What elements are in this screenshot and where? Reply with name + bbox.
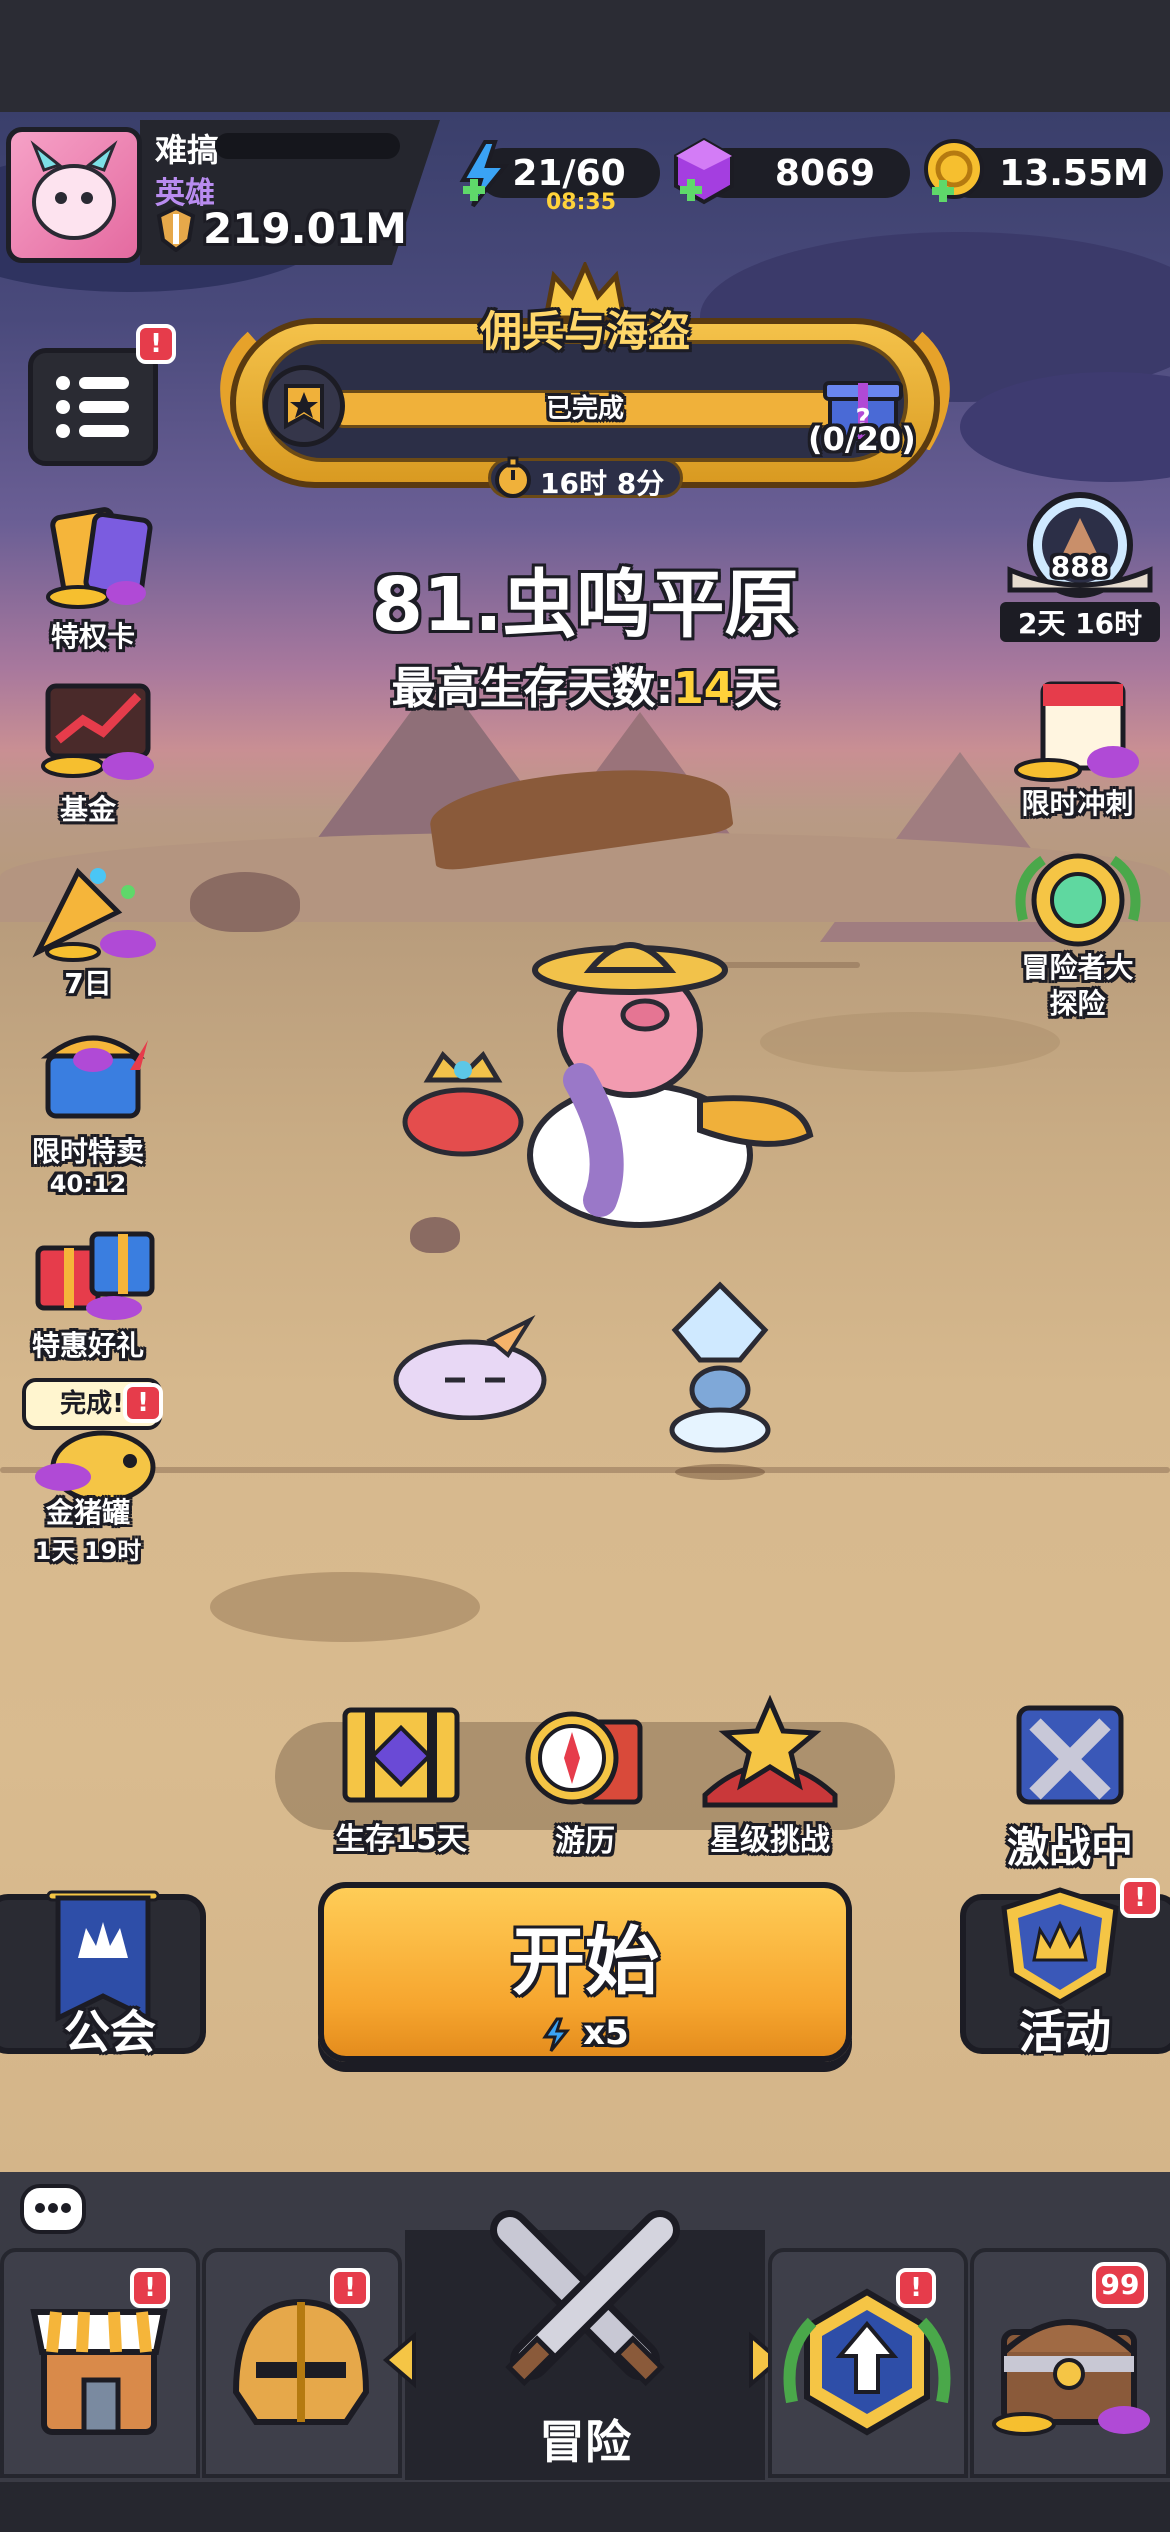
privilege-card-button[interactable]: 特权卡	[8, 505, 178, 655]
nav-shop-tab[interactable]	[0, 2248, 200, 2478]
arena-timer: 2天 16时	[1000, 602, 1160, 642]
special-gift-label: 特惠好礼	[31, 1329, 144, 1362]
menu-button[interactable]	[28, 348, 158, 466]
mercenary-badge-icon	[263, 365, 345, 447]
arena-count: 888	[1050, 550, 1110, 583]
travel-button[interactable]: 游历	[500, 1702, 670, 1860]
list-menu-icon	[56, 376, 129, 438]
alert-badge: !	[136, 324, 176, 364]
chest-count-badge: 99	[1092, 2262, 1148, 2308]
nav-adventure-label: 冒险	[539, 2415, 631, 2469]
adventurer-explore-button[interactable]: 冒险者大 探险	[990, 850, 1165, 1022]
alert-badge: !	[130, 2268, 170, 2308]
star-trophy-icon	[702, 1694, 838, 1808]
nav-equipment-tab[interactable]	[202, 2248, 402, 2478]
rock	[190, 872, 300, 932]
home-indicator-area	[0, 2482, 1170, 2532]
sword-shield-icon	[155, 205, 197, 253]
compass-icon	[525, 1711, 643, 1805]
arena-emblem-icon	[1007, 492, 1153, 598]
event-title: 佣兵与海盗	[479, 307, 690, 356]
gem-icon	[672, 137, 736, 208]
special-gift-button[interactable]: 特惠好礼	[8, 1212, 178, 1364]
crown-shield-icon	[990, 1886, 1130, 2006]
energy-timer: 08:35	[546, 190, 617, 215]
event-status: 已完成	[545, 394, 624, 424]
survive-button[interactable]: 生存15天	[316, 1700, 486, 1858]
start-cost: x5	[324, 2013, 846, 2053]
gems-value: 8069	[774, 152, 876, 194]
golden-piggy-timer: 1天 19时	[34, 1537, 142, 1565]
gift-boxes-icon	[35, 1231, 155, 1320]
lightning-icon	[455, 140, 515, 210]
event-progress-bar: 已完成	[335, 390, 835, 428]
name-bar	[215, 133, 400, 159]
fund-chart-icon	[41, 683, 154, 780]
event-timer: 16时 8分	[540, 467, 665, 500]
flash-sale-icon	[40, 1035, 148, 1119]
gold-coin-icon	[922, 137, 988, 209]
alert-badge: !	[330, 2268, 370, 2308]
player-avatar[interactable]	[6, 127, 142, 263]
fund-button[interactable]: 基金	[8, 670, 178, 828]
energy-value: 21/60	[512, 152, 626, 194]
alert-badge: !	[1120, 1878, 1160, 1918]
seven-day-button[interactable]: 7日	[8, 852, 178, 1002]
event-progress-count: (0/20)	[808, 420, 916, 458]
dragon-avatar-icon	[30, 140, 118, 240]
gold-value: 13.55M	[999, 152, 1149, 194]
unicorn-slime-hero[interactable]	[390, 1310, 550, 1421]
arena-button[interactable]: 888 2天 16时	[1000, 490, 1160, 642]
start-button[interactable]: 开始 x5	[318, 1882, 852, 2062]
nav-upgrade-tab[interactable]	[768, 2248, 968, 2478]
player-name: 难搞	[155, 131, 220, 169]
seven-day-label: 7日	[64, 967, 112, 1000]
chat-icon[interactable]	[20, 2184, 86, 2234]
start-label: 开始	[511, 1919, 659, 2005]
fund-label: 基金	[59, 793, 116, 826]
status-bar	[0, 0, 1170, 112]
flash-sale-timer: 40:12	[49, 1170, 127, 1198]
travel-label: 游历	[555, 1824, 615, 1859]
lightning-icon	[542, 2017, 571, 2052]
activity-label: 活动	[1019, 2005, 1111, 2059]
golden-piggy-button[interactable]: 金猪罐 1天 19时	[8, 1425, 178, 1566]
star-challenge-button[interactable]: 星级挑战	[685, 1694, 855, 1859]
battle-label: 激战中	[1006, 1823, 1133, 1872]
battle-in-progress-button[interactable]: 激战中	[990, 1700, 1150, 1875]
limited-sprint-label: 限时冲刺	[1021, 787, 1134, 820]
crown-slime-hero[interactable]	[398, 1040, 528, 1160]
limited-sprint-button[interactable]: 限时冲刺	[990, 670, 1165, 822]
stopwatch-icon	[492, 456, 534, 500]
flash-sale-label: 限时特卖	[31, 1135, 144, 1168]
chevron-left-icon[interactable]	[380, 2330, 420, 2390]
adventurer-explore-label: 冒险者大 探险	[1021, 951, 1134, 1020]
crossed-swords-icon	[1016, 1705, 1124, 1805]
star-challenge-label: 星级挑战	[710, 1823, 830, 1858]
alert-badge: !	[896, 2268, 936, 2308]
best-label: 最高生存天数:	[391, 663, 674, 714]
ground-shadow	[210, 1572, 480, 1642]
survive-label: 生存15天	[335, 1822, 467, 1857]
privilege-card-label: 特权卡	[50, 620, 135, 653]
crossed-swords-icon	[480, 2210, 690, 2400]
start-cost-value: x5	[583, 2013, 629, 2053]
pelican-hero[interactable]	[480, 920, 840, 1240]
best-value: 14	[673, 663, 735, 714]
ice-crystal-hero[interactable]	[655, 1280, 785, 1480]
best-unit: 天	[734, 663, 779, 714]
flash-sale-button[interactable]: 限时特卖 40:12	[8, 1020, 178, 1198]
calendar-icon	[1013, 681, 1139, 782]
rock	[410, 1217, 460, 1253]
compass-wreath-icon	[1015, 853, 1140, 947]
guild-label: 公会	[64, 2005, 156, 2059]
alert-badge: !	[123, 1383, 163, 1423]
gate-icon	[342, 1707, 460, 1803]
party-popper-icon	[32, 867, 156, 962]
player-power: 219.01M	[203, 204, 407, 253]
privilege-card-icon	[46, 507, 153, 609]
